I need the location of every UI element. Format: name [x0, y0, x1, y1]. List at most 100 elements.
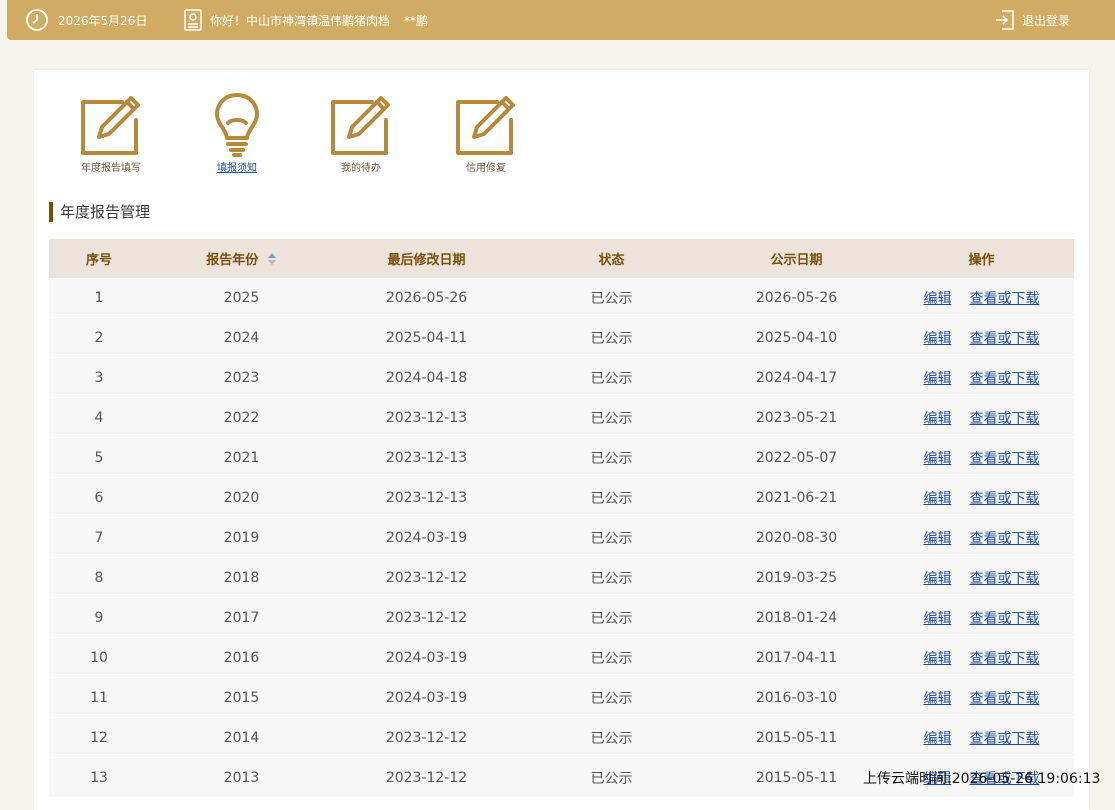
view-download-link[interactable]: 查看或下载 — [970, 571, 1040, 587]
view-download-link[interactable]: 查看或下载 — [970, 651, 1040, 667]
cell-index: 1 — [49, 278, 149, 318]
edit-link[interactable]: 编辑 — [924, 611, 952, 627]
cell-status: 已公示 — [519, 477, 704, 518]
cell-actions: 编辑 查看或下载 — [889, 357, 1074, 398]
nav-annual-report-fill[interactable]: 年度报告填写 — [61, 90, 161, 176]
cell-last-modified: 2024-03-19 — [334, 517, 519, 558]
cell-last-modified: 2024-04-18 — [334, 357, 519, 398]
table-row: 12 2014 2023-12-12 已公示 2015-05-11 编辑 查看或下载 — [49, 717, 1074, 758]
nav-label: 我的待办 — [341, 163, 381, 174]
nav-my-todo[interactable]: 我的待办 — [311, 90, 411, 176]
cell-publish-date: 2025-04-10 — [704, 317, 889, 358]
view-download-link[interactable]: 查看或下载 — [970, 451, 1040, 467]
cell-publish-date: 2023-05-21 — [704, 397, 889, 438]
cell-report-year: 2018 — [149, 557, 334, 598]
edit-link[interactable]: 编辑 — [924, 411, 952, 427]
logout-button[interactable]: 退出登录 — [994, 0, 1070, 40]
cell-report-year: 2015 — [149, 677, 334, 718]
cell-index: 10 — [49, 637, 149, 678]
nav-label: 填报须知 — [217, 163, 257, 174]
view-download-link[interactable]: 查看或下载 — [970, 531, 1040, 547]
view-download-link[interactable]: 查看或下载 — [970, 691, 1040, 707]
edit-link[interactable]: 编辑 — [924, 691, 952, 707]
view-download-link[interactable]: 查看或下载 — [970, 611, 1040, 627]
cell-report-year: 2016 — [149, 637, 334, 678]
cell-index: 12 — [49, 717, 149, 758]
nav-credit-repair[interactable]: 信用修复 — [436, 90, 536, 176]
edit-link[interactable]: 编辑 — [924, 331, 952, 347]
cell-index: 6 — [49, 477, 149, 518]
greeting-text: 你好！中山市神湾镇温伟鹏猪肉档 — [210, 13, 391, 28]
cell-last-modified: 2024-03-19 — [334, 677, 519, 718]
cell-index: 8 — [49, 557, 149, 598]
table-row: 1 2025 2026-05-26 已公示 2026-05-26 编辑 查看或下载 — [49, 278, 1074, 318]
id-card-icon — [183, 9, 203, 31]
sort-icon[interactable] — [267, 252, 277, 266]
user-name: **鹏 — [404, 13, 429, 28]
view-download-link[interactable]: 查看或下载 — [970, 371, 1040, 387]
cell-status: 已公示 — [519, 717, 704, 758]
cell-last-modified: 2023-12-12 — [334, 557, 519, 598]
header-report-year[interactable]: 报告年份 — [149, 239, 334, 278]
clock-icon — [25, 8, 49, 32]
table-row: 8 2018 2023-12-12 已公示 2019-03-25 编辑 查看或下载 — [49, 557, 1074, 598]
cell-status: 已公示 — [519, 517, 704, 558]
top-bar: 2026年5月26日 你好！中山市神湾镇温伟鹏猪肉档 **鹏 退出登录 — [7, 0, 1115, 40]
cell-status: 已公示 — [519, 557, 704, 598]
cell-last-modified: 2023-12-12 — [334, 597, 519, 638]
edit-link[interactable]: 编辑 — [924, 571, 952, 587]
cell-report-year: 2021 — [149, 437, 334, 478]
cell-status: 已公示 — [519, 597, 704, 638]
cell-report-year: 2017 — [149, 597, 334, 638]
cell-report-year: 2014 — [149, 717, 334, 758]
nav-label: 年度报告填写 — [81, 163, 141, 174]
date-display: 2026年5月26日 — [25, 0, 147, 40]
nav-filing-notice[interactable]: 填报须知 — [187, 90, 287, 176]
table-row: 2 2024 2025-04-11 已公示 2025-04-10 编辑 查看或下载 — [49, 317, 1074, 358]
section-title: 年度报告管理 — [49, 202, 150, 222]
table-row: 10 2016 2024-03-19 已公示 2017-04-11 编辑 查看或下载 — [49, 637, 1074, 678]
table-row: 5 2021 2023-12-13 已公示 2022-05-07 编辑 查看或下载 — [49, 437, 1074, 478]
cell-publish-date: 2018-01-24 — [704, 597, 889, 638]
logout-label: 退出登录 — [1022, 13, 1071, 28]
cell-index: 11 — [49, 677, 149, 718]
edit-link[interactable]: 编辑 — [924, 531, 952, 547]
edit-link[interactable]: 编辑 — [924, 291, 952, 307]
upload-time-watermark: 上传云端时间:2026-05-26 19:06:13 — [863, 771, 1101, 787]
cell-publish-date: 2017-04-11 — [704, 637, 889, 678]
table-row: 11 2015 2024-03-19 已公示 2016-03-10 编辑 查看或下载 — [49, 677, 1074, 718]
cell-actions: 编辑 查看或下载 — [889, 317, 1074, 358]
view-download-link[interactable]: 查看或下载 — [970, 331, 1040, 347]
header-publish-date: 公示日期 — [704, 239, 889, 278]
view-download-link[interactable]: 查看或下载 — [970, 491, 1040, 507]
nav-label: 信用修复 — [466, 163, 506, 174]
edit-icon — [81, 96, 140, 155]
cell-last-modified: 2024-03-19 — [334, 637, 519, 678]
view-download-link[interactable]: 查看或下载 — [970, 291, 1040, 307]
cell-last-modified: 2023-12-13 — [334, 397, 519, 438]
cell-report-year: 2019 — [149, 517, 334, 558]
cell-index: 5 — [49, 437, 149, 478]
cell-actions: 编辑 查看或下载 — [889, 517, 1074, 558]
header-status: 状态 — [519, 239, 704, 278]
edit-link[interactable]: 编辑 — [924, 371, 952, 387]
cell-index: 7 — [49, 517, 149, 558]
edit-link[interactable]: 编辑 — [924, 451, 952, 467]
cell-publish-date: 2020-08-30 — [704, 517, 889, 558]
cell-status: 已公示 — [519, 397, 704, 438]
view-download-link[interactable]: 查看或下载 — [970, 731, 1040, 747]
cell-publish-date: 2022-05-07 — [704, 437, 889, 478]
current-date: 2026年5月26日 — [58, 13, 148, 28]
cell-report-year: 2023 — [149, 357, 334, 398]
cell-actions: 编辑 查看或下载 — [889, 557, 1074, 598]
edit-link[interactable]: 编辑 — [924, 651, 952, 667]
lightbulb-icon — [215, 93, 259, 157]
edit-link[interactable]: 编辑 — [924, 491, 952, 507]
table-row: 9 2017 2023-12-12 已公示 2018-01-24 编辑 查看或下载 — [49, 597, 1074, 638]
cell-index: 4 — [49, 397, 149, 438]
view-download-link[interactable]: 查看或下载 — [970, 411, 1040, 427]
cell-publish-date: 2016-03-10 — [704, 677, 889, 718]
edit-link[interactable]: 编辑 — [924, 731, 952, 747]
cell-publish-date: 2024-04-17 — [704, 357, 889, 398]
cell-index: 9 — [49, 597, 149, 638]
